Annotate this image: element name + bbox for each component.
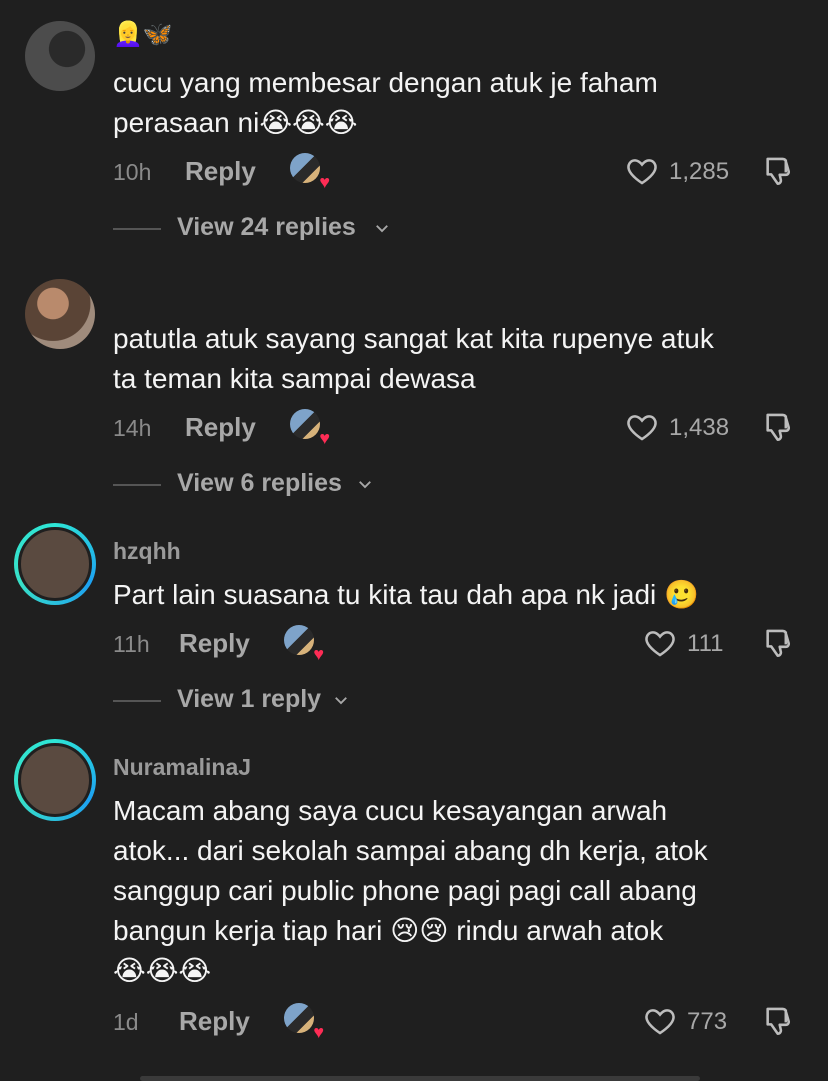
thumbs-down-icon[interactable] bbox=[762, 626, 796, 660]
avatar[interactable] bbox=[25, 279, 95, 349]
comment-text: patutla atuk sayang sangat kat kita rupe… bbox=[113, 323, 714, 394]
divider bbox=[113, 700, 161, 702]
timestamp: 10h bbox=[113, 159, 152, 185]
heart-outline-icon bbox=[645, 1009, 675, 1035]
reply-button[interactable]: Reply bbox=[185, 412, 256, 443]
timestamp: 11h bbox=[113, 631, 150, 657]
view-replies-label: View 1 reply bbox=[177, 685, 322, 713]
heart-outline-icon bbox=[627, 159, 657, 185]
thumbs-down-icon[interactable] bbox=[762, 1004, 796, 1038]
comment-text: cucu yang membesar dengan atuk je faham … bbox=[113, 67, 658, 138]
comment-text: Part lain suasana tu kita tau dah apa nk… bbox=[113, 579, 699, 610]
view-replies-label: View 6 replies bbox=[177, 469, 342, 497]
view-replies-button[interactable]: View 24 replies bbox=[0, 210, 828, 246]
heart-outline-icon bbox=[645, 631, 675, 657]
divider bbox=[113, 484, 161, 486]
username[interactable]: NuramalinaJ bbox=[113, 754, 251, 781]
creator-liked-icon: ♥ bbox=[290, 409, 330, 447]
comment-meta: 1d Reply ♥ 773 bbox=[0, 1001, 828, 1041]
avatar[interactable] bbox=[14, 739, 96, 821]
chevron-down-icon bbox=[359, 481, 371, 489]
view-replies-button[interactable]: View 1 reply bbox=[0, 682, 828, 718]
like-count: 1,438 bbox=[669, 414, 730, 441]
username-emojis[interactable]: 👱‍♀️🦋 bbox=[113, 20, 173, 49]
comment-meta: 11h Reply ♥ 111 bbox=[0, 623, 828, 663]
thumbs-down-icon[interactable] bbox=[762, 154, 796, 188]
view-replies-button[interactable]: View 6 replies bbox=[0, 466, 828, 502]
like-count: 1,285 bbox=[669, 158, 730, 185]
reply-button[interactable]: Reply bbox=[179, 1006, 250, 1037]
reply-button[interactable]: Reply bbox=[179, 628, 250, 659]
username[interactable]: hzqhh bbox=[113, 538, 181, 565]
heart-outline-icon bbox=[627, 415, 657, 441]
chevron-down-icon bbox=[335, 697, 347, 705]
creator-liked-icon: ♥ bbox=[290, 153, 330, 191]
timestamp: 1d bbox=[113, 1009, 139, 1035]
thumbs-down-icon[interactable] bbox=[762, 410, 796, 444]
comment-meta: 10h Reply ♥ 1,285 bbox=[0, 151, 828, 191]
like-count: 773 bbox=[687, 1008, 728, 1035]
avatar[interactable] bbox=[25, 21, 95, 91]
timestamp: 14h bbox=[113, 415, 152, 441]
comment-text: Macam abang saya cucu kesayangan arwah a… bbox=[113, 795, 708, 986]
like-count: 111 bbox=[687, 630, 724, 657]
scroll-indicator bbox=[140, 1076, 700, 1081]
creator-liked-icon: ♥ bbox=[284, 625, 324, 663]
view-replies-label: View 24 replies bbox=[177, 213, 356, 241]
chevron-down-icon bbox=[376, 225, 388, 233]
avatar[interactable] bbox=[14, 523, 96, 605]
comment-meta: 14h Reply ♥ 1,438 bbox=[0, 407, 828, 447]
reply-button[interactable]: Reply bbox=[185, 156, 256, 187]
creator-liked-icon: ♥ bbox=[284, 1003, 324, 1041]
divider bbox=[113, 228, 161, 230]
